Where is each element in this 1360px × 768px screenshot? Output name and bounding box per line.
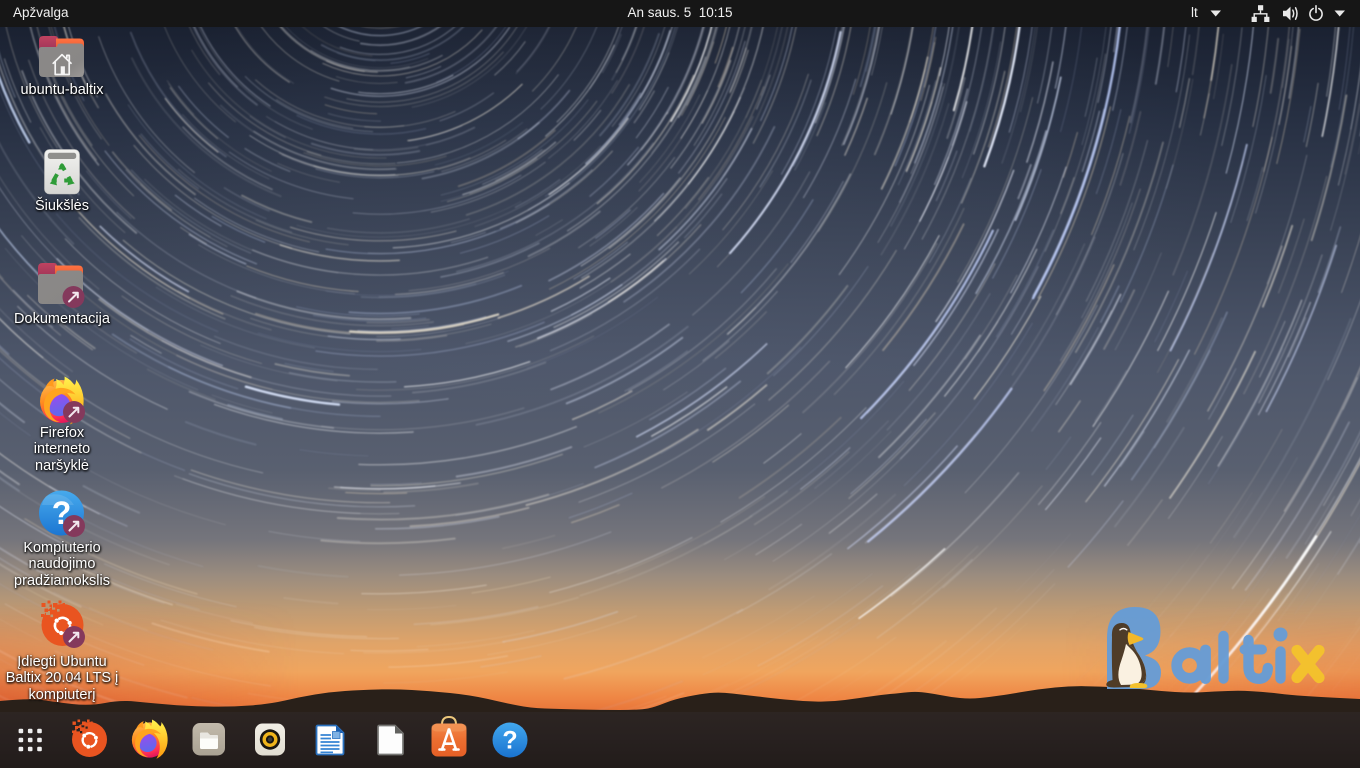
- svg-text:?: ?: [502, 727, 517, 755]
